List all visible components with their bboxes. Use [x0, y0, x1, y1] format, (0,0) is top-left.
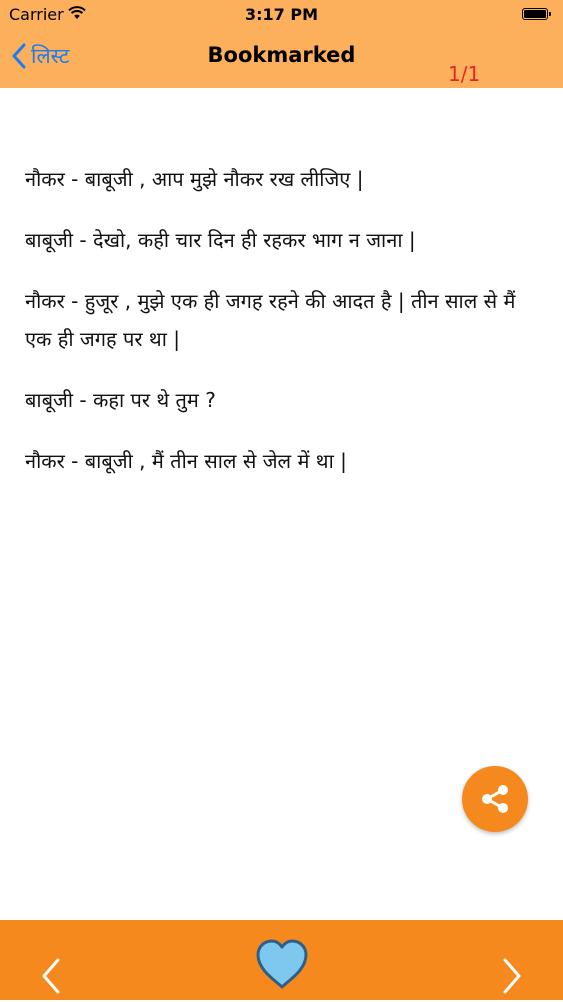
status-bar: Carrier 3:17 PM [0, 0, 563, 30]
joke-line: नौकर - हुजूर , मुझे एक ही जगह रहने की आद… [25, 289, 516, 351]
status-time: 3:17 PM [244, 5, 318, 24]
chevron-left-icon [42, 958, 60, 994]
chevron-right-icon [503, 958, 521, 994]
battery-icon [522, 8, 551, 20]
joke-content: नौकर - बाबूजी , आप मुझे नौकर रख लीजिए | … [25, 160, 547, 503]
navigation-bar: लिस्ट Bookmarked 1/1 [0, 30, 563, 88]
joke-line: बाबूजी - कहा पर थे तुम ? [25, 388, 216, 412]
share-button[interactable] [462, 766, 528, 832]
bookmark-heart-button[interactable] [254, 937, 310, 993]
joke-line: नौकर - बाबूजी , मैं तीन साल से जेल में थ… [25, 449, 347, 473]
previous-button[interactable] [34, 950, 70, 998]
joke-line: बाबूजी - देखो, कही चार दिन ही रहकर भाग न… [25, 228, 416, 252]
joke-line: नौकर - बाबूजी , आप मुझे नौकर रख लीजिए | [25, 167, 364, 191]
share-icon [482, 785, 508, 813]
bottom-toolbar [0, 920, 563, 1000]
next-button[interactable] [493, 950, 529, 998]
heart-icon [256, 939, 308, 989]
page-counter: 1/1 [448, 62, 481, 86]
